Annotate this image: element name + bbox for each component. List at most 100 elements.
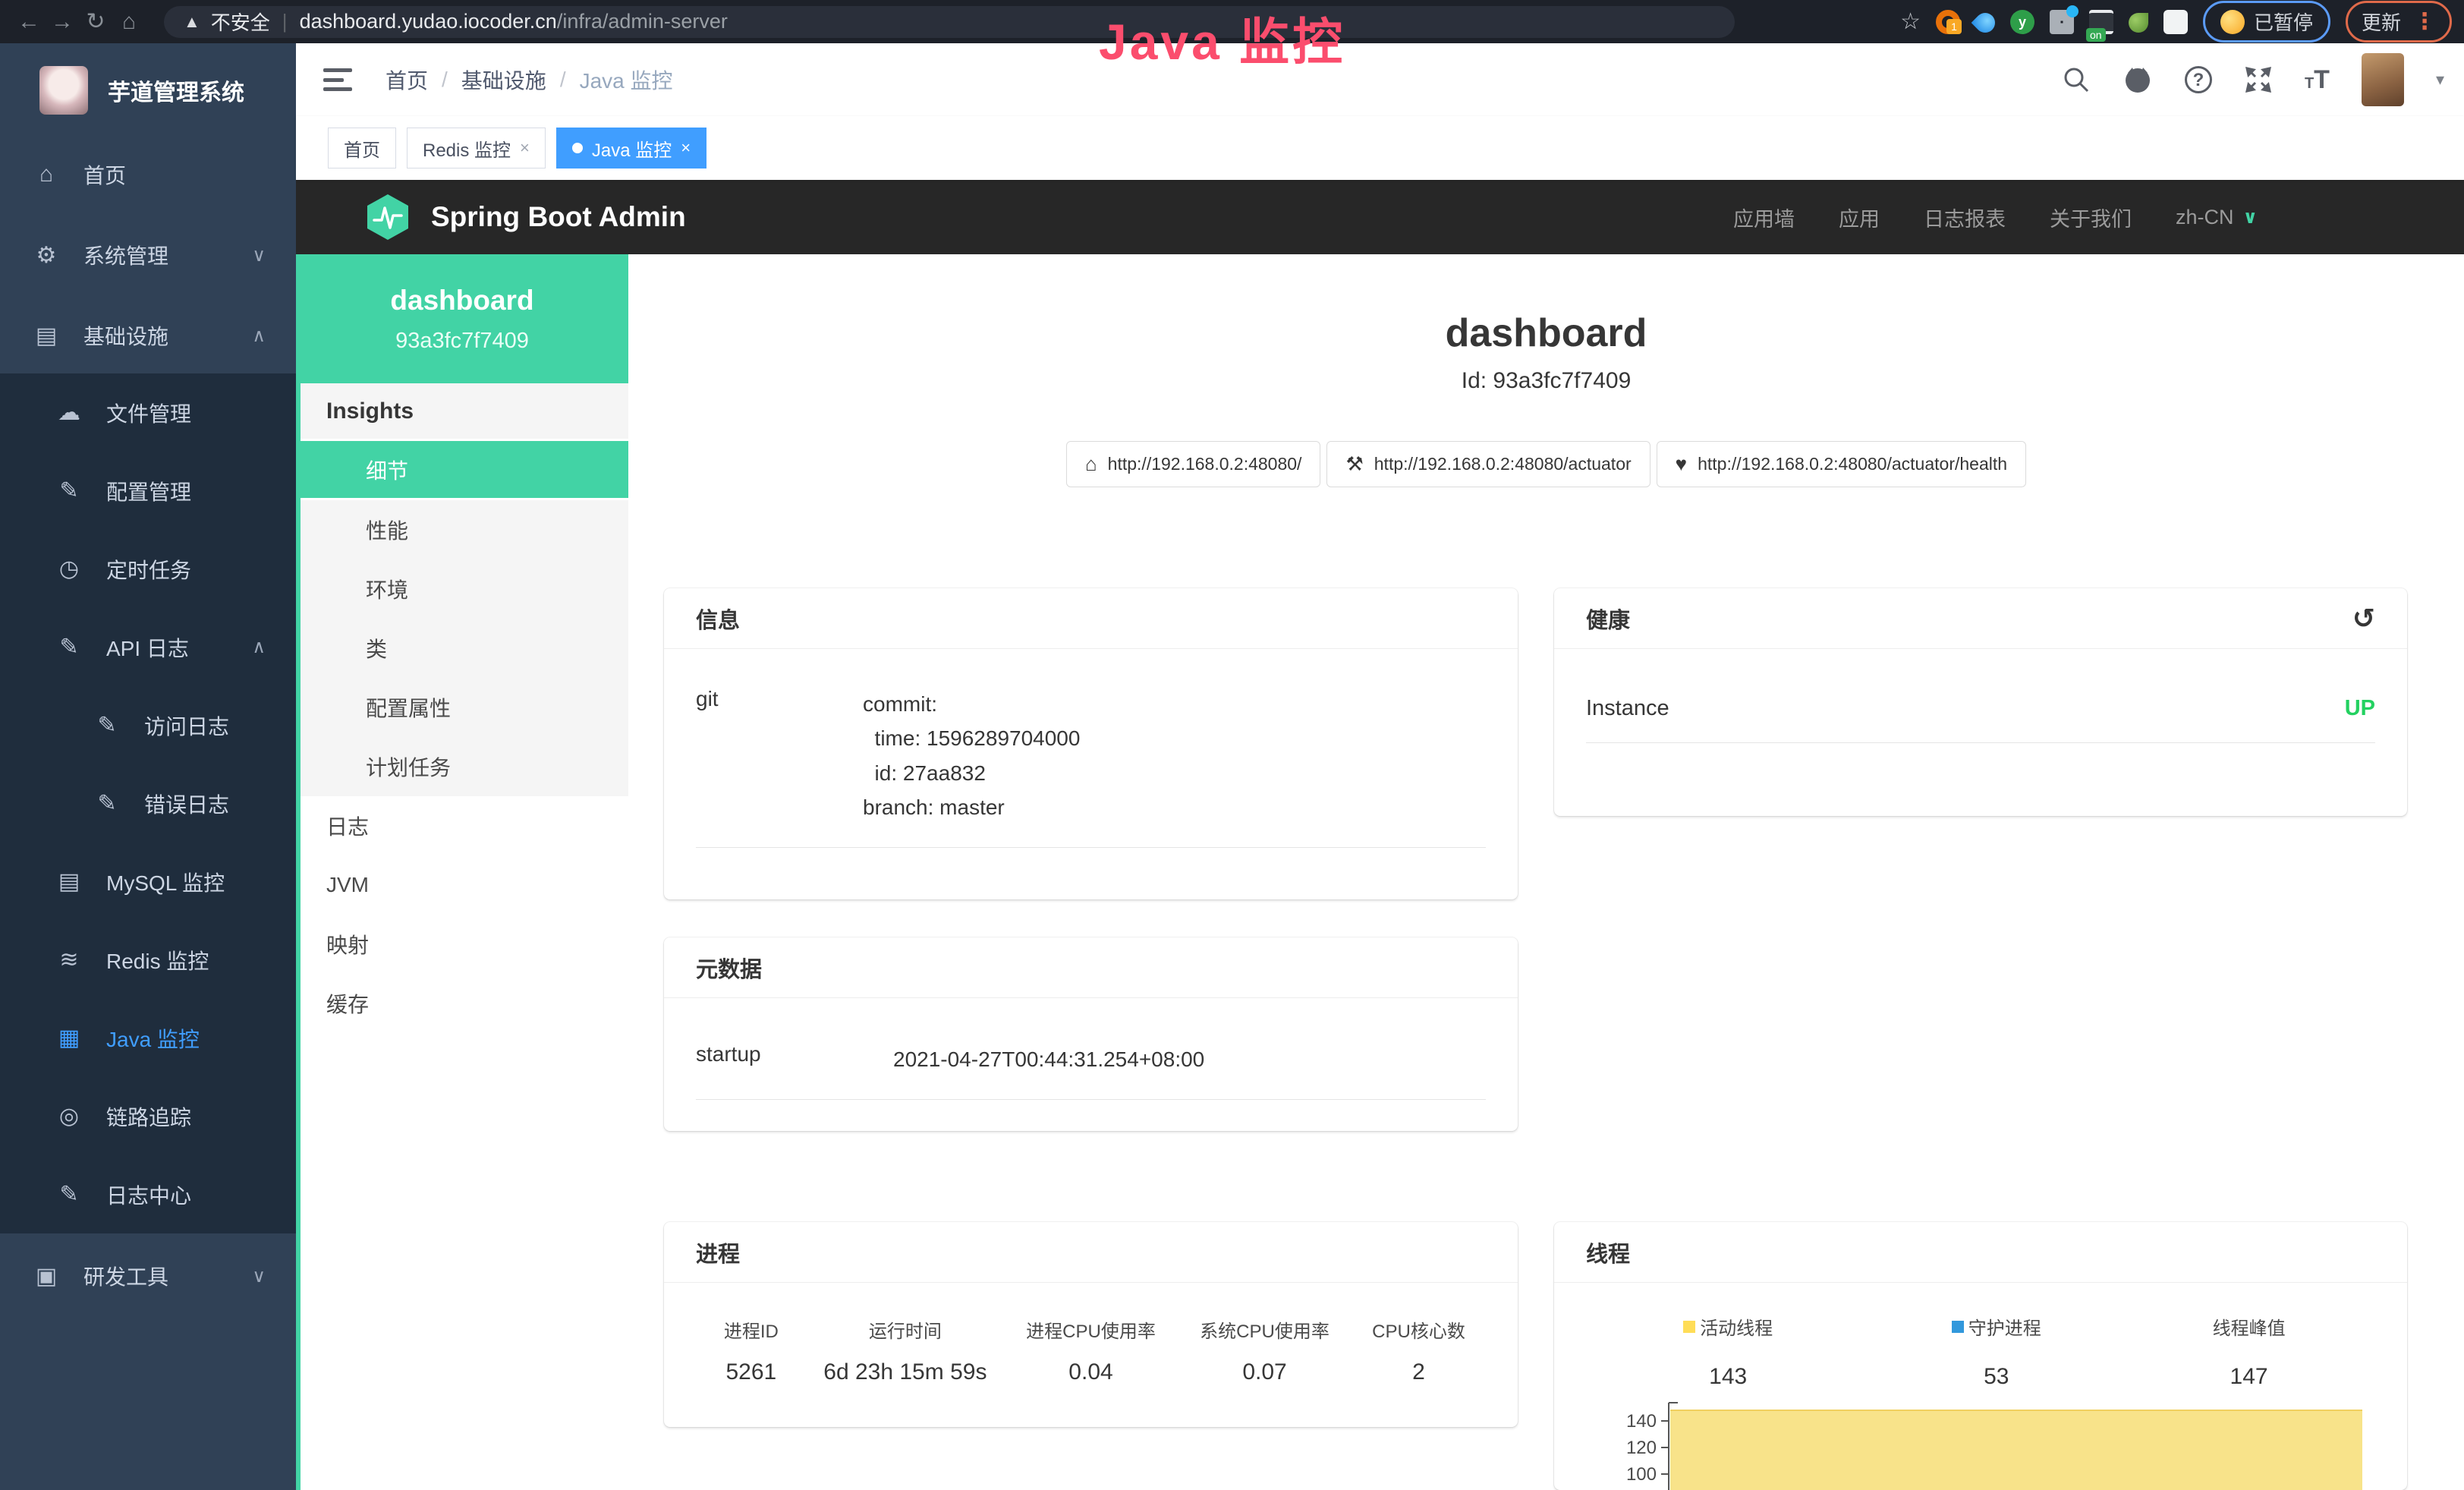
sidebar-item-api-logs[interactable]: ✎ API 日志 ∧ [0,608,296,686]
sba-item-config-props[interactable]: 配置属性 [301,678,628,737]
cloud-upload-icon: ☁ [53,399,85,426]
legend-label: 线程峰值 [2213,1313,2286,1340]
history-icon[interactable]: ↺ [2352,603,2375,635]
profile-emoji-icon [2220,10,2245,34]
sidebar-item-mysql-monitor[interactable]: ▤ MySQL 监控 [0,843,296,921]
chevron-down-icon: ∨ [2243,206,2258,228]
service-url-button[interactable]: ⌂ http://192.168.0.2:48080/ [1066,441,1321,487]
not-secure-warning-icon: ▲ [184,12,200,32]
extension-icon-blue-pin[interactable] [1972,9,2000,37]
layers-icon: ≋ [53,947,85,973]
close-icon[interactable]: × [681,138,691,158]
sidebar-item-access-logs[interactable]: ✎ 访问日志 [0,686,296,764]
user-avatar[interactable] [2362,53,2404,106]
sba-item-classes[interactable]: 类 [301,619,628,678]
sidebar-item-label: Java 监控 [106,1023,200,1054]
browser-menu-icon[interactable]: ⋮ [2413,8,2436,35]
instance-header[interactable]: dashboard 93a3fc7f7409 [296,254,628,383]
threads-value-row: 143 53 147 [1586,1344,2375,1390]
nav-journal[interactable]: 日志报表 [1924,203,2006,232]
extension-icon-leaf[interactable] [2129,13,2148,33]
metadata-value: 2021-04-27T00:44:31.254+08:00 [893,1042,1204,1076]
close-icon[interactable]: × [520,138,530,158]
extension-grid-dot [2066,5,2079,17]
reload-icon[interactable]: ↻ [79,8,112,35]
bookmark-star-icon[interactable]: ☆ [1900,8,1921,35]
breadcrumb-infrastructure[interactable]: 基础设施 [461,65,546,95]
locale-selector[interactable]: zh-CN ∨ [2176,206,2258,229]
sidebar-item-dev-tools[interactable]: ▣ 研发工具 ∨ [0,1233,296,1318]
app-logo-row[interactable]: 芋道管理系统 [0,43,296,137]
sba-item-metrics[interactable]: 性能 [301,500,628,559]
sba-item-mappings[interactable]: 映射 [301,915,628,974]
extension-icon-grid[interactable] [2050,10,2074,34]
sidebar-item-label: 系统管理 [83,240,168,270]
nav-applications[interactable]: 应用 [1839,203,1880,232]
update-label: 更新 [2362,8,2401,36]
address-bar[interactable]: ▲ 不安全 | dashboard.yudao.iocoder.cn /infr… [164,6,1735,38]
sba-item-scheduled[interactable]: 计划任务 [301,737,628,796]
sba-item-environment[interactable]: 环境 [301,559,628,619]
tab-home[interactable]: 首页 [328,128,396,169]
nav-about[interactable]: 关于我们 [2050,203,2132,232]
extension-icon-orange[interactable]: 1 [1936,10,1960,34]
help-icon[interactable]: ? [2185,66,2212,93]
tab-redis-monitor[interactable]: Redis 监控 × [407,128,546,169]
sidebar-item-file-management[interactable]: ☁ 文件管理 [0,373,296,452]
tab-java-monitor[interactable]: Java 监控 × [556,128,706,169]
metadata-card: 元数据 startup 2021-04-27T00:44:31.254+08:0… [664,937,1518,1131]
header-actions: ? TT ▾ [2062,53,2444,106]
spring-boot-admin-logo[interactable] [366,193,410,241]
process-uptime: 6d 23h 15m 59s [807,1359,1004,1385]
extension-icon-list[interactable]: on [2089,10,2113,34]
sidebar-item-label: API 日志 [106,632,189,663]
sidebar-item-label: 配置管理 [106,476,191,506]
font-size-icon[interactable]: TT [2305,65,2330,95]
sidebar-item-tracing[interactable]: ◎ 链路追踪 [0,1077,296,1155]
sidebar-item-system-management[interactable]: ⚙ 系统管理 ∨ [0,213,296,298]
sba-item-jvm[interactable]: JVM [301,855,628,915]
chrome-update-button[interactable]: 更新 ⋮ [2346,1,2452,43]
sidebar-item-error-logs[interactable]: ✎ 错误日志 [0,764,296,843]
sba-brand-title[interactable]: Spring Boot Admin [431,201,686,233]
browser-actions: ☆ 1 y on 已暂停 更新 ⋮ [1900,0,2452,43]
legend-label: 活动线程 [1700,1313,1773,1340]
sidebar-item-java-monitor[interactable]: ▦ Java 监控 [0,999,296,1077]
sba-item-logs[interactable]: 日志 [301,796,628,855]
sidebar-item-home[interactable]: ⌂ 首页 [0,137,296,213]
legend-label: 守护进程 [1968,1313,2041,1340]
sba-item-caches[interactable]: 缓存 [301,974,628,1033]
actuator-url-button[interactable]: ⚒ http://192.168.0.2:48080/actuator [1326,441,1650,487]
y-tick-120: 120 [1626,1438,1657,1458]
health-url-button[interactable]: ♥ http://192.168.0.2:48080/actuator/heal… [1657,441,2026,487]
actuator-url: http://192.168.0.2:48080/actuator [1374,454,1632,474]
monitor-icon: ▤ [30,323,62,349]
sidebar-item-config-management[interactable]: ✎ 配置管理 [0,452,296,530]
hamburger-icon[interactable] [323,68,352,91]
threads-card: 线程 活动线程 守护进程 线程峰值 143 53 147 [1554,1222,2407,1490]
process-id: 5261 [696,1359,807,1385]
breadcrumb: 首页 / 基础设施 / Java 监控 [385,65,673,95]
sidebar-item-infrastructure[interactable]: ▤ 基础设施 ∧ [0,298,296,373]
browser-home-icon[interactable]: ⌂ [112,9,146,35]
instance-links: ⌂ http://192.168.0.2:48080/ ⚒ http://192… [628,441,2464,487]
nav-applications-wall[interactable]: 应用墙 [1733,203,1795,232]
back-icon[interactable]: ← [12,9,46,35]
search-icon[interactable] [2062,65,2091,94]
profile-paused-badge[interactable]: 已暂停 [2203,1,2330,43]
extensions-puzzle-icon[interactable] [2163,10,2188,34]
card-title: 线程 [1586,1236,1630,1268]
breadcrumb-home[interactable]: 首页 [385,65,428,95]
extension-icon-green-y[interactable]: y [2010,10,2034,34]
sidebar-item-label: 研发工具 [83,1261,168,1291]
sba-item-details[interactable]: 细节 [301,441,628,500]
sidebar-item-redis-monitor[interactable]: ≋ Redis 监控 [0,921,296,999]
github-icon[interactable] [2123,65,2153,94]
fullscreen-icon[interactable] [2244,65,2273,94]
sidebar-item-log-center[interactable]: ✎ 日志中心 [0,1155,296,1233]
process-header-row: 进程ID 运行时间 进程CPU使用率 系统CPU使用率 CPU核心数 [696,1316,1486,1343]
chevron-up-icon: ∧ [252,325,266,347]
avatar-caret-icon[interactable]: ▾ [2436,70,2444,90]
sidebar-item-scheduled-tasks[interactable]: ◷ 定时任务 [0,530,296,608]
forward-icon[interactable]: → [46,9,79,35]
